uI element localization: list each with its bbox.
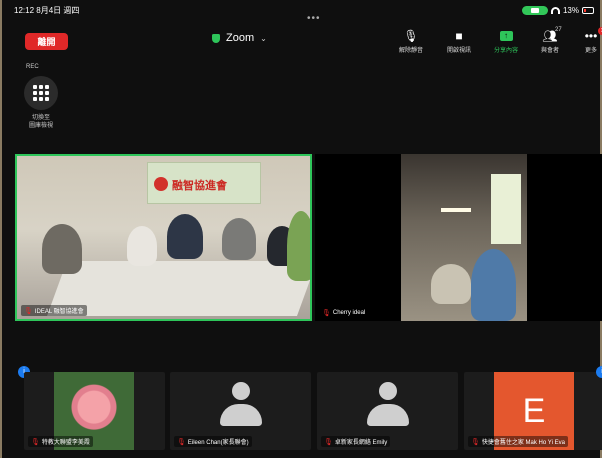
- rec-indicator: REC: [26, 64, 39, 70]
- mic-muted-icon: 🎙︎: [324, 438, 333, 446]
- status-time-date: 12:12 8月4日 週四: [14, 5, 80, 15]
- mic-muted-icon: 🎙︎: [177, 438, 186, 446]
- meeting-title[interactable]: Zoom ⌄: [212, 32, 267, 44]
- battery-percent: 13%: [562, 5, 579, 15]
- leave-button[interactable]: 離開: [25, 33, 68, 50]
- participant-name-tag: 🎙︎ 特教大聯盟李美霞: [28, 436, 93, 447]
- start-video-label: 開啟視訊: [446, 48, 471, 54]
- chevron-down-icon: ⌄: [260, 33, 267, 43]
- participant-name-tag: 🎙︎ IDEAL 融智協進會: [21, 305, 87, 316]
- participant-name-tag: 🎙︎ Cherry ideal: [319, 308, 369, 318]
- participants-count: 27: [555, 27, 562, 33]
- unmute-button[interactable]: 🎙︎ 解除靜音: [395, 29, 427, 54]
- banner-text: 融智協進會: [172, 179, 227, 192]
- unmute-label: 解除靜音: [398, 48, 423, 54]
- status-bar: 12:12 8月4日 週四 13%: [2, 0, 600, 20]
- more-label: 更多: [584, 48, 597, 54]
- video-tile-participant[interactable]: E 🎙︎ 快捷會舊住之家 Mak Ho Yi Eva: [464, 372, 602, 450]
- mic-muted-icon: 🎙︎: [322, 310, 331, 317]
- start-video-button[interactable]: ■ 開啟視訊: [443, 29, 475, 54]
- logo-icon: [154, 177, 168, 191]
- zoom-window: 12:12 8月4日 週四 13% ••• 離開 Zoom ⌄ 🎙︎ 解除靜音 …: [0, 0, 602, 458]
- banner: 融智協進會: [147, 162, 261, 204]
- switch-to-gallery-button[interactable]: [24, 76, 58, 110]
- share-content-button[interactable]: ↑ 分享內容: [490, 29, 522, 54]
- mic-off-icon: 🎙︎: [403, 29, 419, 43]
- mic-muted-icon: 🎙︎: [471, 438, 480, 446]
- wifi-icon: [550, 6, 560, 14]
- mic-muted-icon: 🎙︎: [24, 307, 33, 315]
- share-content-label: 分享內容: [493, 48, 518, 54]
- rec-label: REC: [26, 64, 39, 70]
- switch-to-gallery-label: 切換至 圖庫檢視: [28, 115, 53, 129]
- participant-video: [401, 154, 527, 321]
- participant-name-tag: 🎙︎ Eileen Chan(家長聯會): [174, 436, 252, 447]
- more-button[interactable]: ••• 1 更多: [575, 27, 602, 54]
- participants-label: 與會者: [540, 48, 559, 54]
- video-tile-active-speaker[interactable]: 融智協進會 🎙︎ IDEAL 融智協進會: [15, 154, 312, 321]
- meeting-room-video: 融智協進會: [17, 156, 310, 319]
- video-tile-participant[interactable]: 🎙︎ Eileen Chan(家長聯會): [170, 372, 311, 450]
- multitask-dots-icon[interactable]: •••: [307, 13, 321, 24]
- shield-icon: [212, 33, 220, 43]
- participant-name-tag: 🎙︎ 快捷會舊住之家 Mak Ho Yi Eva: [468, 436, 568, 447]
- avatar: [219, 382, 263, 434]
- meeting-title-text: Zoom: [226, 32, 255, 44]
- mic-muted-icon: 🎙︎: [31, 438, 40, 446]
- video-tile-participant[interactable]: 🎙︎ 特教大聯盟李美霞: [24, 372, 165, 450]
- avatar: [366, 382, 410, 434]
- video-tile-participant[interactable]: 🎙︎ Cherry ideal: [315, 154, 602, 321]
- meeting-toolbar: 離開 Zoom ⌄ 🎙︎ 解除靜音 ■ 開啟視訊 ↑ 分享內容 👥︎ 27 與會…: [2, 27, 602, 57]
- participants-button[interactable]: 👥︎ 27 與會者: [534, 27, 566, 54]
- grid-icon: [33, 85, 49, 101]
- more-badge: 1: [598, 27, 602, 35]
- video-tile-participant[interactable]: 🎙︎ 卓新家長網絡 Emily: [317, 372, 458, 450]
- camera-indicator-icon: [521, 5, 548, 15]
- status-right: 13%: [521, 5, 594, 15]
- video-off-icon: ■: [455, 29, 463, 43]
- participant-name-tag: 🎙︎ 卓新家長網絡 Emily: [321, 436, 391, 447]
- info-icon[interactable]: i: [596, 366, 602, 378]
- share-arrow-icon: ↑: [499, 31, 513, 41]
- battery-icon: [582, 6, 594, 14]
